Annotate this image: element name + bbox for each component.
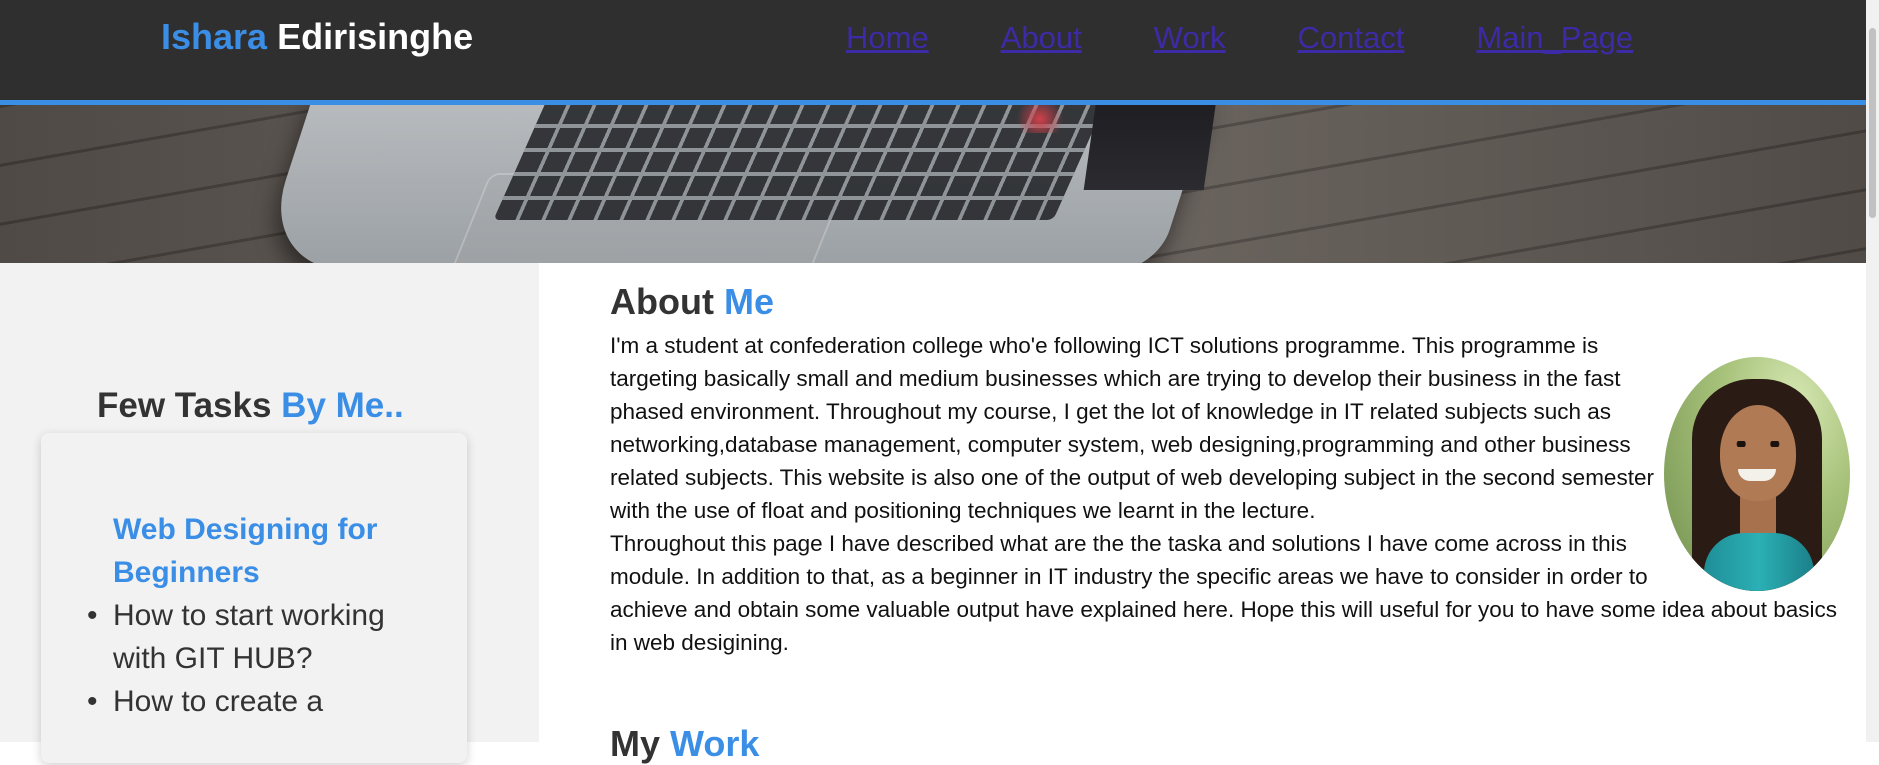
site-brand[interactable]: Ishara Edirisinghe: [161, 16, 473, 58]
sidebar-title-part1: Few Tasks: [97, 386, 272, 425]
nav-link-work[interactable]: Work: [1154, 20, 1226, 56]
task-card-title[interactable]: Web Designing for Beginners: [113, 508, 413, 594]
nav-link-contact[interactable]: Contact: [1297, 20, 1404, 56]
photo-float-spacer: [1654, 329, 1850, 591]
work-heading: My Work: [610, 723, 759, 765]
nav-link-home[interactable]: Home: [846, 20, 929, 56]
laptop-screen: [1083, 105, 1217, 190]
task-list: How to start working with GIT HUB? How t…: [87, 594, 413, 723]
about-heading-part1: About: [610, 281, 714, 322]
scrollbar-thumb[interactable]: [1869, 28, 1876, 218]
brand-last-name: Edirisinghe: [277, 16, 474, 57]
about-heading: About Me: [610, 281, 774, 323]
screen-glow: [1010, 105, 1070, 133]
nav-link-main-page[interactable]: Main_Page: [1476, 20, 1633, 56]
brand-first-name: Ishara: [161, 16, 268, 57]
sidebar: Few Tasks By Me.. Web Designing for Begi…: [0, 263, 539, 763]
site-header: Ishara Edirisinghe Home About Work Conta…: [0, 0, 1866, 105]
task-item[interactable]: How to start working with GIT HUB?: [87, 594, 413, 680]
about-text: I'm a student at confederation college w…: [610, 329, 1850, 659]
about-heading-part2: Me: [723, 281, 774, 322]
sidebar-title-part2: By Me..: [281, 386, 404, 425]
nav-link-about[interactable]: About: [1001, 20, 1082, 56]
main-nav: Home About Work Contact Main_Page: [846, 20, 1633, 56]
work-heading-part2: Work: [670, 723, 760, 764]
hero-laptop-image: [0, 105, 1866, 263]
task-item[interactable]: How to create a: [87, 680, 413, 723]
sidebar-title: Few Tasks By Me..: [97, 386, 404, 426]
task-card: Web Designing for Beginners How to start…: [41, 433, 467, 763]
work-heading-part1: My: [610, 723, 661, 764]
page-scrollbar[interactable]: [1866, 0, 1879, 742]
